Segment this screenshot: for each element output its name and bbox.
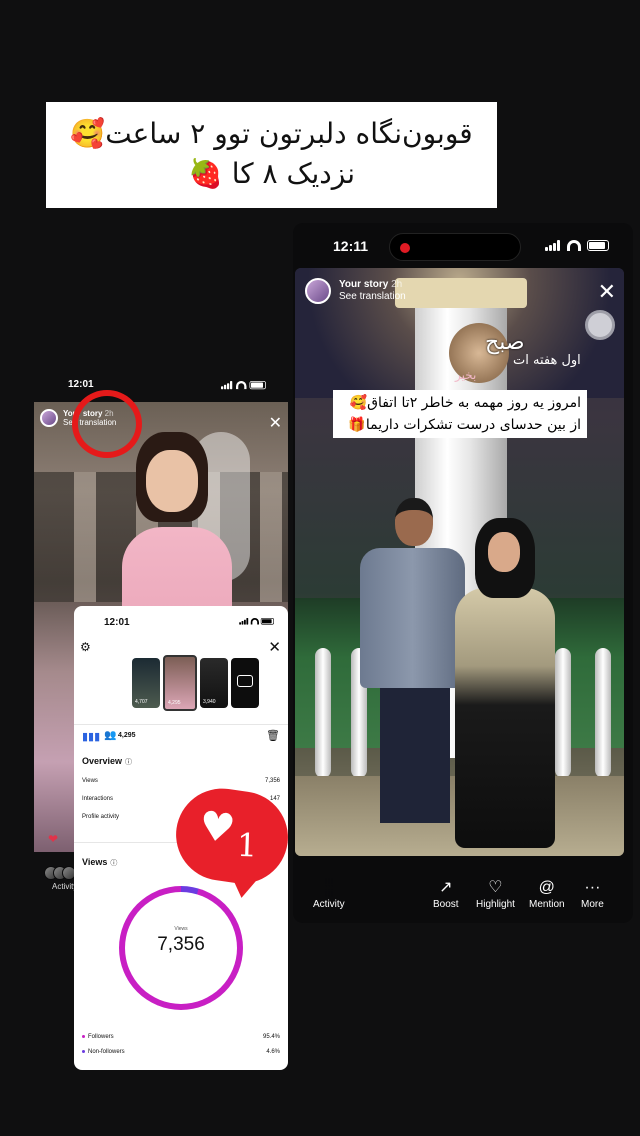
viewers-avatars	[313, 877, 345, 899]
battery-icon	[249, 381, 266, 390]
sticker-text-1: صبح	[485, 330, 525, 355]
wifi-icon	[236, 381, 247, 390]
story-header: Your story 2h See translation	[305, 278, 406, 304]
wifi-icon	[567, 240, 581, 251]
woman-figure	[455, 518, 555, 848]
avatar[interactable]	[40, 409, 58, 427]
overview-title: Overview ⓘ	[82, 756, 133, 766]
caption-line-2: نزدیک ۸ کا 🍓	[187, 157, 356, 190]
status-time: 12:11	[333, 238, 369, 254]
right-phone-screenshot: 12:11 Your story 2h See translation ✕ صب…	[293, 223, 633, 923]
audio-toggle[interactable]	[585, 310, 615, 340]
more-button[interactable]: ··· More	[581, 877, 604, 910]
signal-icon	[239, 618, 249, 625]
story-photo: Your story 2h See translation ✕ صبح اول …	[295, 268, 624, 856]
settings-icon[interactable]: ⚙	[80, 640, 91, 654]
close-icon[interactable]: ✕	[268, 638, 281, 656]
thumb-count: 4,295	[168, 700, 181, 706]
accounts-icon[interactable]: 👥	[104, 730, 116, 741]
info-icon[interactable]: ⓘ	[125, 759, 132, 766]
man-figure	[355, 498, 465, 838]
views-donut-chart: Views 7,356	[119, 886, 243, 1010]
system-icons	[221, 381, 266, 390]
status-time: 12:01	[68, 379, 94, 390]
info-icon[interactable]: ⓘ	[110, 860, 117, 867]
insights-tabs: ▮▮▮ 👥 4,295 🗑	[82, 728, 280, 748]
close-icon[interactable]: ✕	[269, 412, 282, 434]
dynamic-island	[389, 233, 521, 261]
close-icon[interactable]: ✕	[598, 282, 616, 304]
story-thumbnails: 4,707 4,295 3,940	[132, 655, 259, 711]
mention-icon: @	[538, 879, 555, 896]
story-thumbnail[interactable]: 4,707	[132, 658, 160, 708]
system-icons	[239, 618, 274, 625]
trash-icon[interactable]: 🗑	[266, 729, 280, 742]
mention-button[interactable]: @ Mention	[529, 877, 565, 910]
wifi-icon	[250, 618, 259, 625]
legend-followers: Followers 95.4%	[82, 1034, 280, 1040]
caption-box: قوبون‌نگاه دلبرتون توو ۲ ساعت🥰 نزدیک ۸ ک…	[46, 102, 497, 208]
story-caption-line-1: امروز یه روز مهمه به خاطر ۲تا اتفاق🥰	[349, 395, 581, 411]
sticker-text-2: اول هفته ات	[513, 353, 581, 368]
activity-button[interactable]: Activity	[313, 877, 345, 910]
highlight-button[interactable]: ♡ Highlight	[476, 877, 515, 910]
boost-label: Boost	[433, 899, 459, 910]
activity-label: Activity	[313, 899, 345, 910]
story-toolbar: Activity ↗ Boost ♡ Highlight @ Mention ·…	[293, 871, 633, 923]
bar-chart-icon[interactable]: ▮▮▮	[82, 730, 100, 743]
avatar[interactable]	[305, 278, 331, 304]
camera-icon	[237, 675, 253, 687]
story-age: 2h	[391, 279, 403, 290]
system-icons	[545, 240, 609, 251]
thumb-count: 3,940	[203, 699, 216, 705]
story-thumbnail[interactable]: 3,940	[200, 658, 228, 708]
thumb-count: 4,707	[135, 699, 148, 705]
battery-icon	[587, 240, 609, 251]
boost-button[interactable]: ↗ Boost	[433, 877, 459, 910]
story-caption-line-2: از بین حدسای درست تشکرات داریما🎁	[348, 417, 581, 433]
camera-thumbnail[interactable]	[231, 658, 259, 708]
status-bar: 12:11	[293, 223, 633, 267]
story-thumbnail-selected[interactable]: 4,295	[163, 655, 197, 711]
legend-non-followers: Non-followers 4.6%	[82, 1049, 280, 1055]
battery-icon	[260, 618, 274, 625]
story-title: Your story	[339, 279, 389, 290]
signal-icon	[545, 240, 561, 251]
views-title: Views ⓘ	[82, 857, 118, 867]
status-time: 12:01	[104, 617, 130, 628]
recording-dot-icon	[400, 243, 410, 253]
ring-label: Views	[174, 926, 188, 932]
caption-line-1: قوبون‌نگاه دلبرتون توو ۲ ساعت🥰	[70, 117, 473, 150]
more-icon: ···	[584, 879, 601, 896]
like-count: 1	[236, 825, 258, 865]
story-caption: امروز یه روز مهمه به خاطر ۲تا اتفاق🥰 از …	[333, 390, 587, 438]
heart-icon: ❤	[48, 832, 59, 846]
ring-value: 7,356	[157, 934, 205, 955]
mention-label: Mention	[529, 899, 565, 910]
more-label: More	[581, 899, 604, 910]
see-translation-link[interactable]: See translation	[339, 291, 406, 303]
highlight-icon: ♡	[488, 879, 503, 896]
signal-icon	[221, 381, 233, 390]
highlight-circle	[72, 390, 142, 458]
heart-icon: ♥	[195, 802, 238, 854]
sticker-text-3: بخیر	[455, 368, 477, 382]
highlight-label: Highlight	[476, 899, 515, 910]
accounts-reached: 4,295	[118, 732, 136, 739]
boost-icon: ↗	[439, 879, 453, 896]
viewers-avatars	[42, 866, 77, 880]
metric-row[interactable]: Views 7,356	[82, 778, 280, 784]
activity-button[interactable]: Activity	[42, 866, 77, 891]
